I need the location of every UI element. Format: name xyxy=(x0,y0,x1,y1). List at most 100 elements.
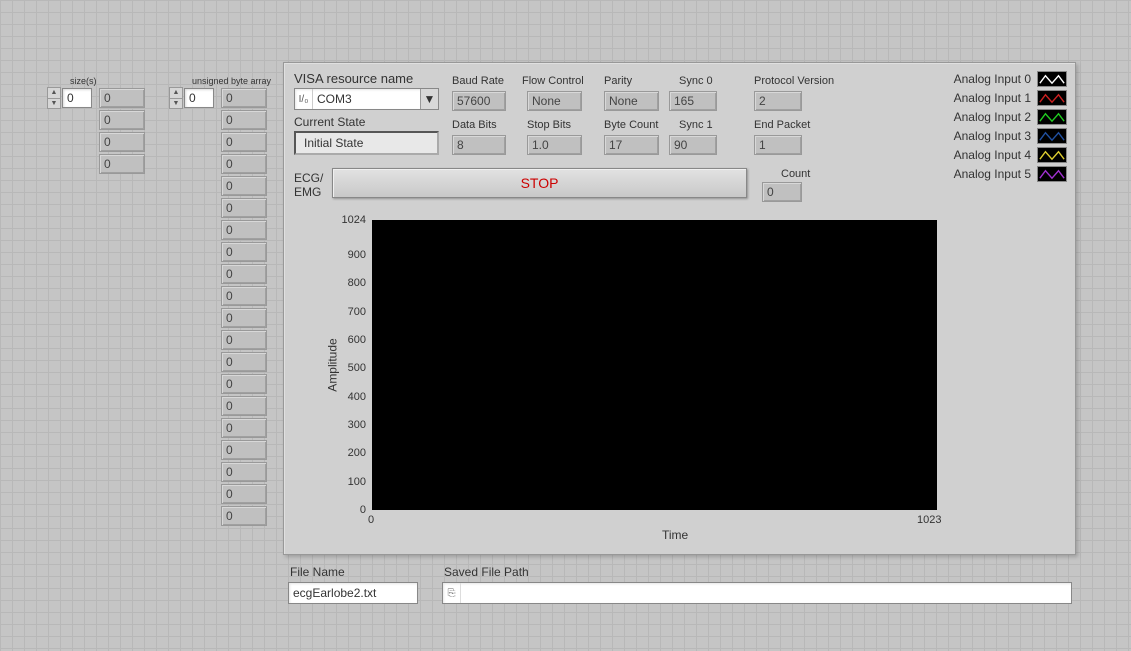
legend-item[interactable]: Analog Input 2 xyxy=(937,109,1067,125)
ubytes-item[interactable]: 0 xyxy=(221,176,267,196)
ubytes-item[interactable]: 0 xyxy=(221,374,267,394)
sizes-item[interactable]: 0 xyxy=(99,132,145,152)
ecg-label2: EMG xyxy=(294,185,321,199)
legend-swatch xyxy=(1037,90,1067,106)
folder-icon: ⎘ xyxy=(443,583,461,603)
databits-value[interactable]: 8 xyxy=(452,135,506,155)
ubytes-label: unsigned byte array xyxy=(192,76,271,86)
legend-item[interactable]: Analog Input 5 xyxy=(937,166,1067,182)
ubytes-item[interactable]: 0 xyxy=(221,418,267,438)
y-tick: 600 xyxy=(348,334,366,346)
stopbits-label: Stop Bits xyxy=(527,119,571,131)
legend-item[interactable]: Analog Input 1 xyxy=(937,90,1067,106)
x-tick: 0 xyxy=(368,514,374,526)
sizes-index[interactable]: 0 xyxy=(62,88,92,108)
filepath-input[interactable]: ⎘ xyxy=(442,582,1072,604)
y-tick: 300 xyxy=(348,419,366,431)
legend-item[interactable]: Analog Input 0 xyxy=(937,71,1067,87)
y-tick: 400 xyxy=(348,391,366,403)
ubytes-item[interactable]: 0 xyxy=(221,506,267,526)
pver-value[interactable]: 2 xyxy=(754,91,802,111)
y-tick: 800 xyxy=(348,277,366,289)
legend-item[interactable]: Analog Input 4 xyxy=(937,147,1067,163)
ubytes-item[interactable]: 0 xyxy=(221,154,267,174)
y-tick: 700 xyxy=(348,306,366,318)
ubytes-item[interactable]: 0 xyxy=(221,308,267,328)
ubytes-array: 00000000000000000000 xyxy=(221,88,267,526)
ubytes-index-spinner[interactable]: ▲▼ xyxy=(169,87,183,109)
visa-dropdown[interactable]: I/₀ COM3 ▼ xyxy=(294,88,439,110)
ubytes-item[interactable]: 0 xyxy=(221,198,267,218)
flow-label: Flow Control xyxy=(522,75,584,87)
chevron-down-icon[interactable]: ▼ xyxy=(420,89,438,109)
visa-value: COM3 xyxy=(313,92,420,106)
pver-label: Protocol Version xyxy=(754,75,834,87)
sync0-value[interactable]: 165 xyxy=(669,91,717,111)
parity-value[interactable]: None xyxy=(604,91,659,111)
legend-label: Analog Input 3 xyxy=(937,129,1031,143)
filepath-label: Saved File Path xyxy=(444,565,529,579)
filename-label: File Name xyxy=(290,565,345,579)
ubytes-item[interactable]: 0 xyxy=(221,330,267,350)
stopbits-value[interactable]: 1.0 xyxy=(527,135,582,155)
sync1-label: Sync 1 xyxy=(679,119,713,131)
bytecnt-label: Byte Count xyxy=(604,119,658,131)
filename-input[interactable]: ecgEarlobe2.txt xyxy=(288,582,418,604)
y-tick: 200 xyxy=(348,447,366,459)
legend-label: Analog Input 2 xyxy=(937,110,1031,124)
ubytes-index[interactable]: 0 xyxy=(184,88,214,108)
legend-label: Analog Input 0 xyxy=(937,72,1031,86)
visa-label: VISA resource name xyxy=(294,71,413,86)
y-tick: 500 xyxy=(348,362,366,374)
legend-label: Analog Input 5 xyxy=(937,167,1031,181)
ubytes-item[interactable]: 0 xyxy=(221,88,267,108)
endpkt-value[interactable]: 1 xyxy=(754,135,802,155)
sizes-item[interactable]: 0 xyxy=(99,110,145,130)
flow-value[interactable]: None xyxy=(527,91,582,111)
waveform-graph[interactable]: 0100200300400500600700800900102401023 Am… xyxy=(292,208,1067,548)
ecg-label1: ECG/ xyxy=(294,171,323,185)
ubytes-item[interactable]: 0 xyxy=(221,462,267,482)
ubytes-item[interactable]: 0 xyxy=(221,110,267,130)
ubytes-item[interactable]: 0 xyxy=(221,484,267,504)
ubytes-item[interactable]: 0 xyxy=(221,352,267,372)
x-tick: 1023 xyxy=(917,514,941,526)
sync1-value[interactable]: 90 xyxy=(669,135,717,155)
y-tick: 100 xyxy=(348,476,366,488)
sizes-index-spinner[interactable]: ▲▼ xyxy=(47,87,61,109)
sizes-item[interactable]: 0 xyxy=(99,88,145,108)
y-tick: 1024 xyxy=(342,214,366,226)
ubytes-item[interactable]: 0 xyxy=(221,220,267,240)
y-tick: 0 xyxy=(360,504,366,516)
databits-label: Data Bits xyxy=(452,119,497,131)
x-axis-label: Time xyxy=(662,528,688,542)
legend-swatch xyxy=(1037,166,1067,182)
endpkt-label: End Packet xyxy=(754,119,810,131)
ubytes-item[interactable]: 0 xyxy=(221,132,267,152)
ubytes-item[interactable]: 0 xyxy=(221,242,267,262)
legend-swatch xyxy=(1037,71,1067,87)
bytecnt-value[interactable]: 17 xyxy=(604,135,659,155)
ubytes-item[interactable]: 0 xyxy=(221,286,267,306)
legend-swatch xyxy=(1037,147,1067,163)
plot-area: 0100200300400500600700800900102401023 xyxy=(372,220,937,510)
sizes-array: 0 0 0 0 xyxy=(99,88,145,174)
ubytes-item[interactable]: 0 xyxy=(221,396,267,416)
ubytes-item[interactable]: 0 xyxy=(221,264,267,284)
y-tick: 900 xyxy=(348,249,366,261)
sizes-label: size(s) xyxy=(70,76,97,86)
baud-value[interactable]: 57600 xyxy=(452,91,506,111)
ubytes-item[interactable]: 0 xyxy=(221,440,267,460)
count-label: Count xyxy=(781,168,810,180)
baud-label: Baud Rate xyxy=(452,75,504,87)
legend-swatch xyxy=(1037,109,1067,125)
legend-item[interactable]: Analog Input 3 xyxy=(937,128,1067,144)
count-value[interactable]: 0 xyxy=(762,182,802,202)
io-icon: I/₀ xyxy=(295,89,313,109)
sizes-item[interactable]: 0 xyxy=(99,154,145,174)
parity-label: Parity xyxy=(604,75,632,87)
stop-button[interactable]: STOP xyxy=(332,168,747,198)
legend-label: Analog Input 1 xyxy=(937,91,1031,105)
y-axis-label: Amplitude xyxy=(326,338,340,391)
state-value: Initial State xyxy=(294,131,439,155)
